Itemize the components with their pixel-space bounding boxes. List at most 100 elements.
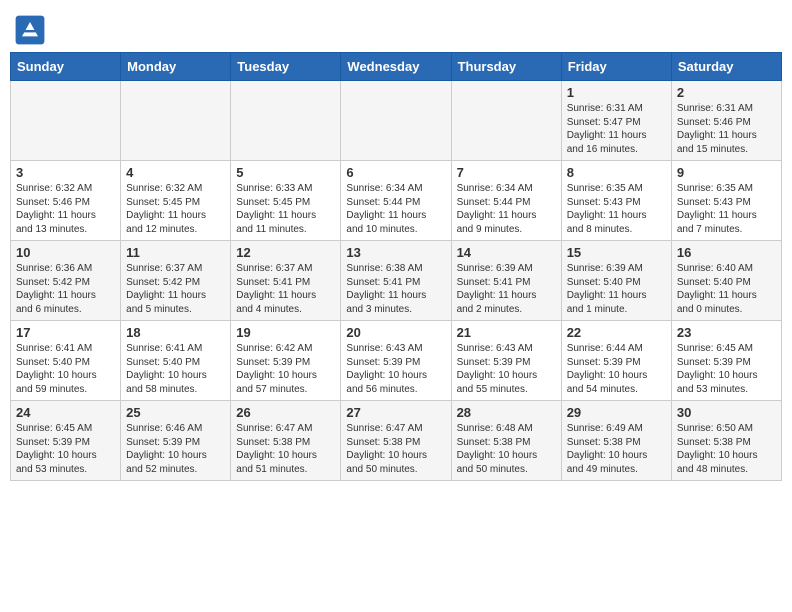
calendar-cell — [341, 81, 451, 161]
day-info: Sunrise: 6:47 AM Sunset: 5:38 PM Dayligh… — [236, 422, 335, 476]
day-info: Sunrise: 6:49 AM Sunset: 5:38 PM Dayligh… — [567, 422, 666, 476]
day-info: Sunrise: 6:40 AM Sunset: 5:40 PM Dayligh… — [677, 262, 776, 316]
day-number: 17 — [16, 325, 115, 340]
day-info: Sunrise: 6:37 AM Sunset: 5:41 PM Dayligh… — [236, 262, 335, 316]
day-info: Sunrise: 6:31 AM Sunset: 5:47 PM Dayligh… — [567, 102, 666, 156]
week-row-3: 10 Sunrise: 6:36 AM Sunset: 5:42 PM Dayli… — [11, 241, 782, 321]
day-info: Sunrise: 6:45 AM Sunset: 5:39 PM Dayligh… — [16, 422, 115, 476]
logo — [14, 14, 50, 46]
day-number: 18 — [126, 325, 225, 340]
calendar-cell: 22 Sunrise: 6:44 AM Sunset: 5:39 PM Dayli… — [561, 321, 671, 401]
calendar-cell: 6 Sunrise: 6:34 AM Sunset: 5:44 PM Daylig… — [341, 161, 451, 241]
day-info: Sunrise: 6:34 AM Sunset: 5:44 PM Dayligh… — [457, 182, 556, 236]
day-info: Sunrise: 6:42 AM Sunset: 5:39 PM Dayligh… — [236, 342, 335, 396]
week-row-5: 24 Sunrise: 6:45 AM Sunset: 5:39 PM Dayli… — [11, 401, 782, 481]
calendar-cell: 19 Sunrise: 6:42 AM Sunset: 5:39 PM Dayli… — [231, 321, 341, 401]
day-number: 22 — [567, 325, 666, 340]
day-number: 30 — [677, 405, 776, 420]
calendar-cell: 14 Sunrise: 6:39 AM Sunset: 5:41 PM Dayli… — [451, 241, 561, 321]
day-number: 24 — [16, 405, 115, 420]
col-header-friday: Friday — [561, 53, 671, 81]
calendar-cell: 8 Sunrise: 6:35 AM Sunset: 5:43 PM Daylig… — [561, 161, 671, 241]
day-info: Sunrise: 6:44 AM Sunset: 5:39 PM Dayligh… — [567, 342, 666, 396]
calendar-cell: 21Sunrise: 6:43 AM Sunset: 5:39 PM Dayli… — [451, 321, 561, 401]
calendar-cell: 13 Sunrise: 6:38 AM Sunset: 5:41 PM Dayli… — [341, 241, 451, 321]
day-info: Sunrise: 6:39 AM Sunset: 5:41 PM Dayligh… — [457, 262, 556, 316]
col-header-wednesday: Wednesday — [341, 53, 451, 81]
day-info: Sunrise: 6:41 AM Sunset: 5:40 PM Dayligh… — [16, 342, 115, 396]
day-info: Sunrise: 6:33 AM Sunset: 5:45 PM Dayligh… — [236, 182, 335, 236]
calendar-cell: 30 Sunrise: 6:50 AM Sunset: 5:38 PM Dayli… — [671, 401, 781, 481]
day-info: Sunrise: 6:50 AM Sunset: 5:38 PM Dayligh… — [677, 422, 776, 476]
day-info: Sunrise: 6:45 AM Sunset: 5:39 PM Dayligh… — [677, 342, 776, 396]
page-header — [10, 10, 782, 46]
day-info: Sunrise: 6:38 AM Sunset: 5:41 PM Dayligh… — [346, 262, 445, 316]
day-info: Sunrise: 6:34 AM Sunset: 5:44 PM Dayligh… — [346, 182, 445, 236]
day-info: Sunrise: 6:31 AM Sunset: 5:46 PM Dayligh… — [677, 102, 776, 156]
calendar-cell: 7 Sunrise: 6:34 AM Sunset: 5:44 PM Daylig… — [451, 161, 561, 241]
day-number: 2 — [677, 85, 776, 100]
header-row: SundayMondayTuesdayWednesdayThursdayFrid… — [11, 53, 782, 81]
day-number: 14 — [457, 245, 556, 260]
calendar-cell: 23 Sunrise: 6:45 AM Sunset: 5:39 PM Dayli… — [671, 321, 781, 401]
calendar-cell — [451, 81, 561, 161]
day-number: 23 — [677, 325, 776, 340]
calendar-cell: 18 Sunrise: 6:41 AM Sunset: 5:40 PM Dayli… — [121, 321, 231, 401]
col-header-sunday: Sunday — [11, 53, 121, 81]
calendar-table: SundayMondayTuesdayWednesdayThursdayFrid… — [10, 52, 782, 481]
day-info: Sunrise: 6:41 AM Sunset: 5:40 PM Dayligh… — [126, 342, 225, 396]
day-number: 20 — [346, 325, 445, 340]
day-number: 29 — [567, 405, 666, 420]
day-info: Sunrise: 6:36 AM Sunset: 5:42 PM Dayligh… — [16, 262, 115, 316]
calendar-cell: 10 Sunrise: 6:36 AM Sunset: 5:42 PM Dayli… — [11, 241, 121, 321]
calendar-cell: 4 Sunrise: 6:32 AM Sunset: 5:45 PM Daylig… — [121, 161, 231, 241]
day-info: Sunrise: 6:35 AM Sunset: 5:43 PM Dayligh… — [677, 182, 776, 236]
day-info: Sunrise: 6:48 AM Sunset: 5:38 PM Dayligh… — [457, 422, 556, 476]
week-row-1: 1Sunrise: 6:31 AM Sunset: 5:47 PM Daylig… — [11, 81, 782, 161]
calendar-cell: 20 Sunrise: 6:43 AM Sunset: 5:39 PM Dayli… — [341, 321, 451, 401]
day-number: 19 — [236, 325, 335, 340]
calendar-cell: 27Sunrise: 6:47 AM Sunset: 5:38 PM Dayli… — [341, 401, 451, 481]
col-header-saturday: Saturday — [671, 53, 781, 81]
day-info: Sunrise: 6:39 AM Sunset: 5:40 PM Dayligh… — [567, 262, 666, 316]
day-info: Sunrise: 6:32 AM Sunset: 5:45 PM Dayligh… — [126, 182, 225, 236]
calendar-cell: 1Sunrise: 6:31 AM Sunset: 5:47 PM Daylig… — [561, 81, 671, 161]
week-row-2: 3Sunrise: 6:32 AM Sunset: 5:46 PM Daylig… — [11, 161, 782, 241]
day-info: Sunrise: 6:43 AM Sunset: 5:39 PM Dayligh… — [457, 342, 556, 396]
day-info: Sunrise: 6:37 AM Sunset: 5:42 PM Dayligh… — [126, 262, 225, 316]
day-number: 8 — [567, 165, 666, 180]
day-number: 26 — [236, 405, 335, 420]
day-number: 13 — [346, 245, 445, 260]
calendar-cell: 24 Sunrise: 6:45 AM Sunset: 5:39 PM Dayli… — [11, 401, 121, 481]
day-number: 4 — [126, 165, 225, 180]
col-header-tuesday: Tuesday — [231, 53, 341, 81]
calendar-cell: 29 Sunrise: 6:49 AM Sunset: 5:38 PM Dayli… — [561, 401, 671, 481]
day-info: Sunrise: 6:35 AM Sunset: 5:43 PM Dayligh… — [567, 182, 666, 236]
calendar-cell: 9 Sunrise: 6:35 AM Sunset: 5:43 PM Daylig… — [671, 161, 781, 241]
day-number: 9 — [677, 165, 776, 180]
day-number: 27 — [346, 405, 445, 420]
col-header-monday: Monday — [121, 53, 231, 81]
calendar-cell — [121, 81, 231, 161]
day-number: 16 — [677, 245, 776, 260]
calendar-cell: 15Sunrise: 6:39 AM Sunset: 5:40 PM Dayli… — [561, 241, 671, 321]
week-row-4: 17 Sunrise: 6:41 AM Sunset: 5:40 PM Dayli… — [11, 321, 782, 401]
day-number: 5 — [236, 165, 335, 180]
day-number: 10 — [16, 245, 115, 260]
calendar-cell — [11, 81, 121, 161]
day-info: Sunrise: 6:32 AM Sunset: 5:46 PM Dayligh… — [16, 182, 115, 236]
calendar-cell: 26 Sunrise: 6:47 AM Sunset: 5:38 PM Dayli… — [231, 401, 341, 481]
col-header-thursday: Thursday — [451, 53, 561, 81]
calendar-cell: 11Sunrise: 6:37 AM Sunset: 5:42 PM Dayli… — [121, 241, 231, 321]
calendar-cell: 12 Sunrise: 6:37 AM Sunset: 5:41 PM Dayli… — [231, 241, 341, 321]
day-info: Sunrise: 6:46 AM Sunset: 5:39 PM Dayligh… — [126, 422, 225, 476]
day-number: 25 — [126, 405, 225, 420]
day-number: 6 — [346, 165, 445, 180]
logo-icon — [14, 14, 46, 46]
day-number: 12 — [236, 245, 335, 260]
day-number: 7 — [457, 165, 556, 180]
day-info: Sunrise: 6:43 AM Sunset: 5:39 PM Dayligh… — [346, 342, 445, 396]
calendar-cell: 16 Sunrise: 6:40 AM Sunset: 5:40 PM Dayli… — [671, 241, 781, 321]
day-number: 28 — [457, 405, 556, 420]
calendar-cell: 17 Sunrise: 6:41 AM Sunset: 5:40 PM Dayli… — [11, 321, 121, 401]
